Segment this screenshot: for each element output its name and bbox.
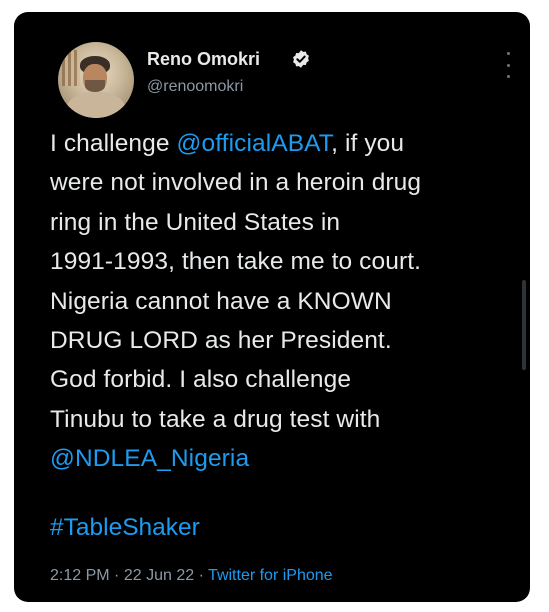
tweet-time[interactable]: 2:12 PM	[50, 567, 110, 584]
tweet-date[interactable]: 22 Jun 22	[124, 567, 194, 584]
avatar-body	[66, 92, 126, 118]
tweet-text: I challenge @officialABAT, if you were no…	[50, 124, 530, 479]
tweet-text-segment: were not involved in a heroin drug	[50, 169, 422, 197]
tweet-text-segment: Tinubu to take a drug test with	[50, 405, 381, 433]
tweet-text-line: were not involved in a heroin drug	[50, 163, 530, 202]
tweet-text-segment: 1991-1993, then take me to court.	[50, 248, 422, 276]
scrollbar[interactable]	[522, 280, 526, 370]
tweet-text-segment: ring in the United States in	[50, 208, 341, 236]
tweet-metadata: 2:12 PM · 22 Jun 22 · Twitter for iPhone	[50, 567, 333, 585]
tweet-text-segment: DRUG LORD as her President.	[50, 327, 392, 355]
meta-separator: ·	[198, 567, 204, 584]
tweet-text-segment: , if you	[331, 130, 405, 157]
tweet-text-line: @NDLEA_Nigeria	[50, 439, 530, 478]
avatar-background-books	[62, 50, 80, 86]
verified-badge-icon	[293, 50, 309, 68]
tweet-text-line: Tinubu to take a drug test with	[50, 400, 530, 439]
more-dot	[506, 75, 510, 78]
meta-separator: ·	[114, 567, 120, 584]
tweet-text-line: God forbid. I also challenge	[50, 360, 530, 399]
tweet-text-segment: I challenge	[50, 130, 177, 157]
tweet-card: Reno Omokri @renoomokri I challenge @off…	[14, 12, 530, 602]
tweet-text-line: 1991-1993, then take me to court.	[50, 242, 530, 281]
more-vertical-icon[interactable]	[503, 52, 513, 78]
hashtag-link[interactable]: #TableShaker	[50, 514, 200, 542]
more-dot	[506, 52, 510, 55]
tweet-text-line: Nigeria cannot have a KNOWN	[50, 282, 530, 321]
tweet-text-line: DRUG LORD as her President.	[50, 321, 530, 360]
mention-link[interactable]: @officialABAT	[177, 130, 332, 157]
avatar-beard	[85, 80, 105, 92]
author-avatar[interactable]	[58, 42, 134, 118]
tweet-text-segment: Nigeria cannot have a KNOWN	[50, 287, 392, 315]
tweet-text-line: ring in the United States in	[50, 203, 530, 242]
more-dot	[506, 63, 510, 67]
author-handle[interactable]: @renoomokri	[147, 78, 243, 96]
tweet-source-link[interactable]: Twitter for iPhone	[208, 567, 333, 584]
tweet-text-line: I challenge @officialABAT, if you	[50, 124, 530, 163]
mention-link[interactable]: @NDLEA_Nigeria	[50, 445, 249, 472]
author-display-name[interactable]: Reno Omokri	[147, 49, 260, 70]
tweet-text-segment: God forbid. I also challenge	[50, 366, 352, 394]
